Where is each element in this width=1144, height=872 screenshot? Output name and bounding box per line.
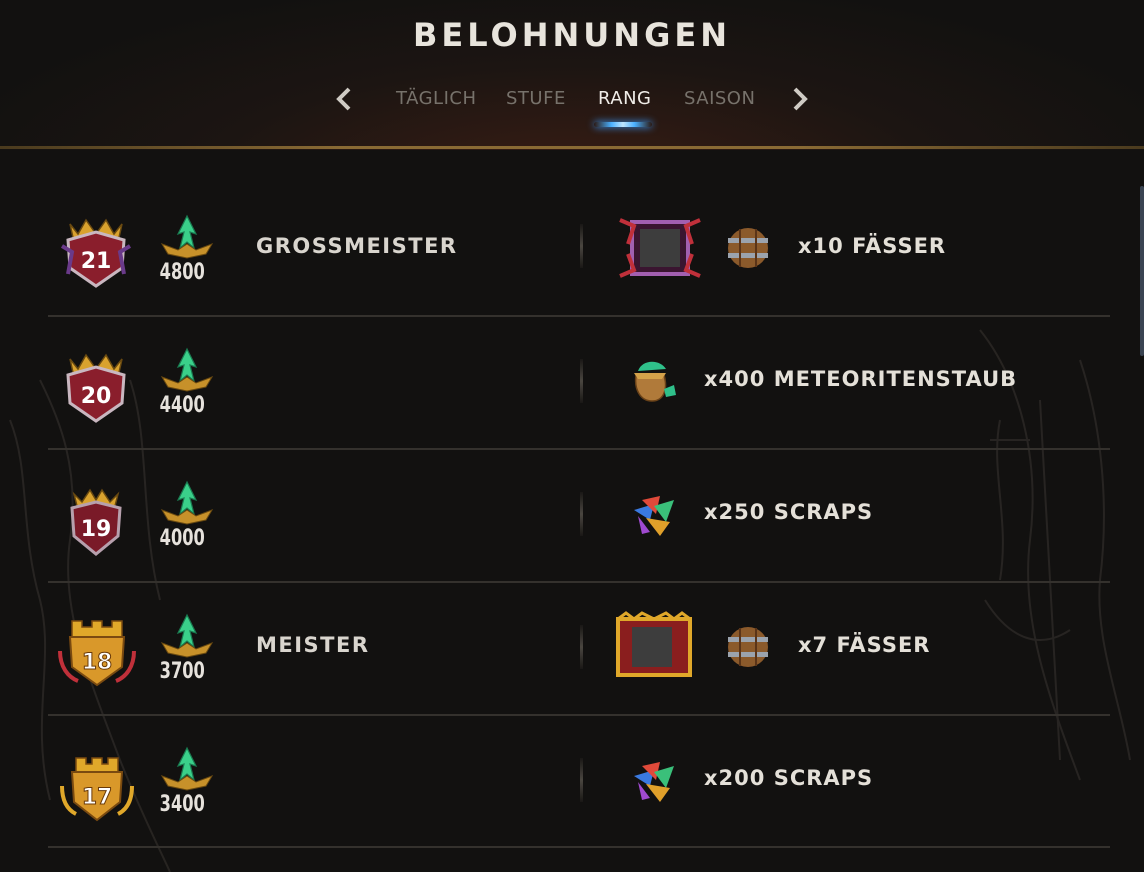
reward-label: x10 FÄSSER bbox=[798, 234, 947, 258]
column-separator bbox=[580, 625, 583, 669]
chevron-right-icon bbox=[793, 87, 808, 111]
rank-title: MEISTER bbox=[256, 633, 370, 657]
rank-badge-red-icon: 21 bbox=[60, 218, 132, 288]
rank-points: 4800 bbox=[159, 260, 205, 285]
rank-points-arrow-icon bbox=[160, 746, 214, 791]
barrel-icon bbox=[728, 228, 768, 268]
rank-points: 3700 bbox=[159, 659, 205, 684]
row-divider bbox=[48, 846, 1110, 848]
rank-title: GROSSMEISTER bbox=[256, 234, 458, 258]
column-separator bbox=[580, 758, 583, 802]
reward-label: x400 METEORITENSTAUB bbox=[704, 367, 1018, 391]
reward-label: x200 SCRAPS bbox=[704, 766, 874, 790]
active-tab-indicator bbox=[594, 122, 652, 127]
rank-badge-red-icon: 20 bbox=[66, 353, 126, 423]
rank-badge-gold-icon: 18 bbox=[58, 620, 136, 687]
reward-row: 18 3700 MEISTER x7 FÄSSER bbox=[0, 581, 1144, 714]
svg-text:19: 19 bbox=[81, 517, 112, 542]
reward-row: 17 3400 x200 SCRAPS bbox=[0, 714, 1144, 847]
meteorite-dust-icon bbox=[634, 361, 676, 402]
reward-row: 21 4800 GROSSMEISTER x10 FÄSSER bbox=[0, 182, 1144, 315]
scraps-icon bbox=[634, 496, 674, 536]
rank-points-arrow-icon bbox=[160, 480, 214, 525]
header-divider bbox=[0, 146, 1144, 149]
tab-taeglich[interactable]: TÄGLICH bbox=[396, 88, 476, 109]
rank-points-arrow-icon bbox=[160, 214, 214, 259]
rank-points-arrow-icon bbox=[160, 613, 214, 658]
rank-badge-gold-icon: 17 bbox=[60, 757, 134, 822]
master-frame-icon bbox=[616, 611, 692, 677]
tab-bar: TÄGLICH STUFE RANG SAISON bbox=[330, 84, 814, 127]
svg-text:18: 18 bbox=[82, 650, 113, 675]
scraps-icon bbox=[634, 762, 674, 802]
prev-tab-button[interactable] bbox=[330, 84, 360, 114]
rank-badge-red-icon: 19 bbox=[70, 488, 122, 556]
rank-points-arrow-icon bbox=[160, 347, 214, 392]
svg-text:21: 21 bbox=[81, 249, 112, 274]
reward-row: 19 4000 x250 SCRAPS bbox=[0, 448, 1144, 581]
column-separator bbox=[580, 359, 583, 403]
svg-text:17: 17 bbox=[82, 785, 113, 810]
rank-points: 4400 bbox=[159, 393, 205, 418]
reward-row: 20 4400 x400 METEORITENSTAUB bbox=[0, 315, 1144, 448]
tab-saison[interactable]: SAISON bbox=[684, 88, 755, 109]
chevron-left-icon bbox=[336, 87, 351, 111]
reward-label: x7 FÄSSER bbox=[798, 633, 931, 657]
barrel-icon bbox=[728, 627, 768, 667]
column-separator bbox=[580, 224, 583, 268]
tab-stufe[interactable]: STUFE bbox=[506, 88, 566, 109]
header-bar: BELOHNUNGEN TÄGLICH STUFE RANG SAISON bbox=[0, 0, 1144, 150]
rank-points: 3400 bbox=[159, 792, 205, 817]
column-separator bbox=[580, 492, 583, 536]
grandmaster-frame-icon bbox=[619, 218, 701, 278]
tab-rang[interactable]: RANG bbox=[598, 88, 652, 109]
reward-label: x250 SCRAPS bbox=[704, 500, 874, 524]
svg-text:20: 20 bbox=[81, 384, 112, 409]
rank-points: 4000 bbox=[159, 526, 205, 551]
page-title: BELOHNUNGEN bbox=[413, 16, 731, 54]
next-tab-button[interactable] bbox=[784, 84, 814, 114]
